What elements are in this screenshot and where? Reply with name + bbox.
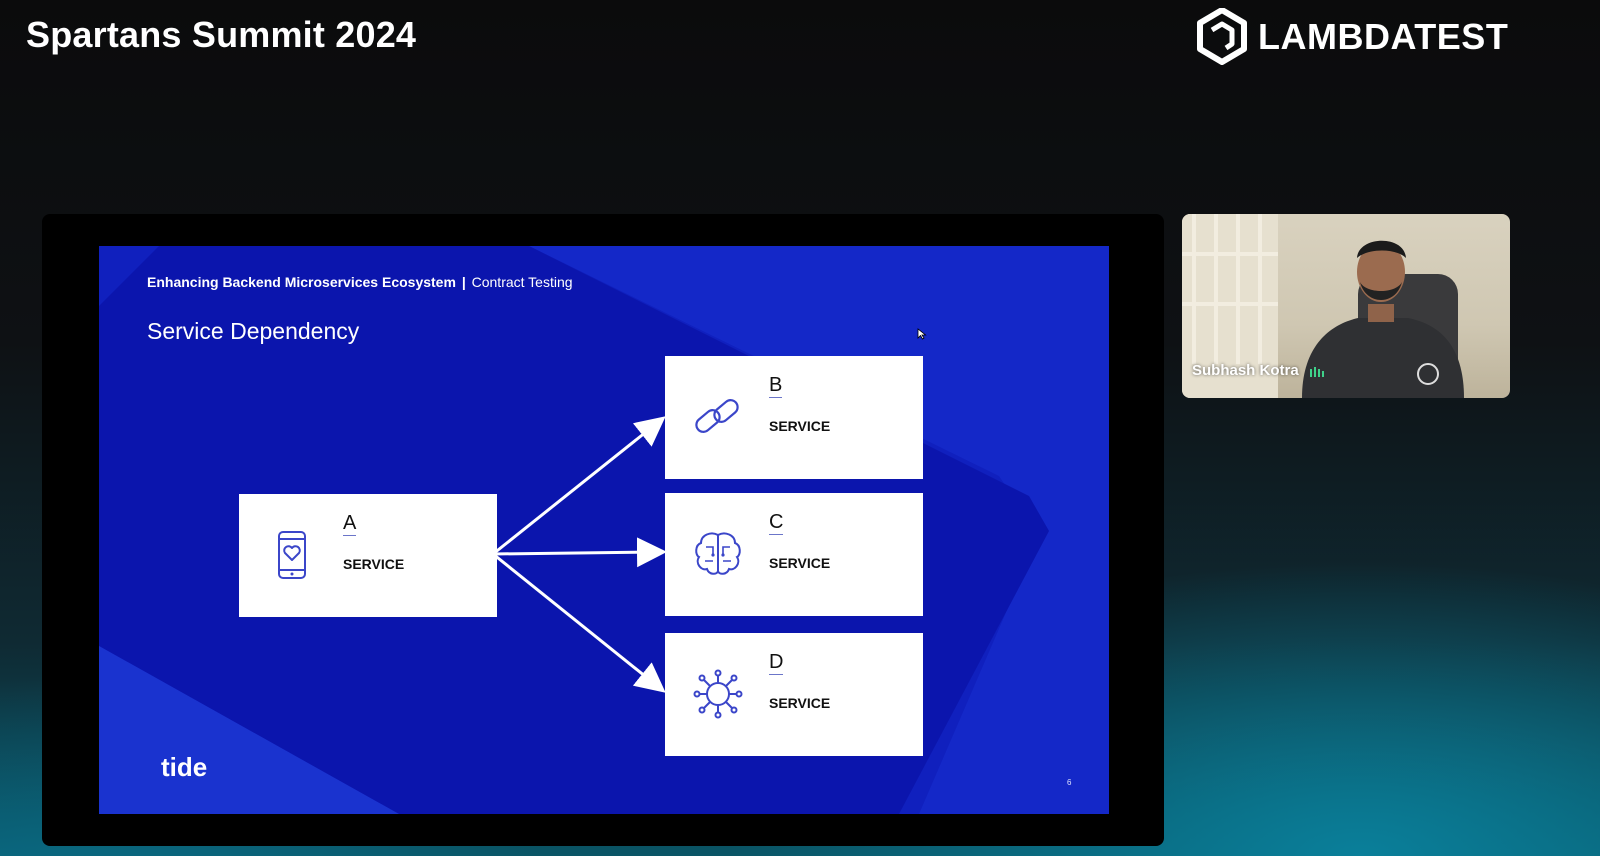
arrow-a-to-c <box>492 537 667 568</box>
arrow-a-to-b <box>492 416 666 556</box>
service-letter: D <box>769 651 784 675</box>
participant-name-label: Subhash Kotra <box>1192 362 1325 379</box>
slide-page-number: 6 <box>1067 778 1072 787</box>
virus-network-icon <box>693 669 743 719</box>
service-box-c: C SERVICE <box>665 493 923 616</box>
lambdatest-brand: LAMBDATEST <box>1196 8 1508 66</box>
service-letter: A <box>343 512 357 536</box>
audio-level-icon <box>1309 367 1324 378</box>
service-label: SERVICE <box>769 695 831 711</box>
service-letter: C <box>769 511 784 535</box>
participant-name: Subhash Kotra <box>1192 362 1299 379</box>
arrow-a-to-d <box>492 552 666 693</box>
service-box-a: A SERVICE <box>239 494 497 617</box>
participant-video-tile[interactable]: Subhash Kotra <box>1182 214 1510 398</box>
slide-header: Enhancing Backend Microservices Ecosyste… <box>147 274 573 290</box>
event-title: Spartans Summit 2024 <box>26 14 417 55</box>
brain-circuit-icon <box>695 532 741 575</box>
slide-title: Service Dependency <box>147 318 360 344</box>
service-letter: B <box>769 374 783 398</box>
service-label: SERVICE <box>769 418 831 434</box>
brand-name: LAMBDATEST <box>1258 16 1509 57</box>
slide-header-topic: Enhancing Backend Microservices Ecosyste… <box>147 274 456 290</box>
slide-header-subtopic: Contract Testing <box>471 274 573 290</box>
slide-header-separator: | <box>461 274 466 290</box>
mouse-cursor-icon <box>917 328 927 340</box>
tide-logo: tide <box>161 752 208 782</box>
phone-heart-icon <box>278 531 306 579</box>
presentation-stage: Enhancing Backend Microservices Ecosyste… <box>42 214 1164 846</box>
slide: Enhancing Backend Microservices Ecosyste… <box>99 246 1109 814</box>
chain-link-icon <box>695 399 739 433</box>
service-box-d: D SERVICE <box>665 633 923 756</box>
service-box-b: B SERVICE <box>665 356 923 479</box>
service-label: SERVICE <box>343 556 405 572</box>
lambdatest-logo-icon <box>1197 8 1247 65</box>
service-label: SERVICE <box>769 555 831 571</box>
